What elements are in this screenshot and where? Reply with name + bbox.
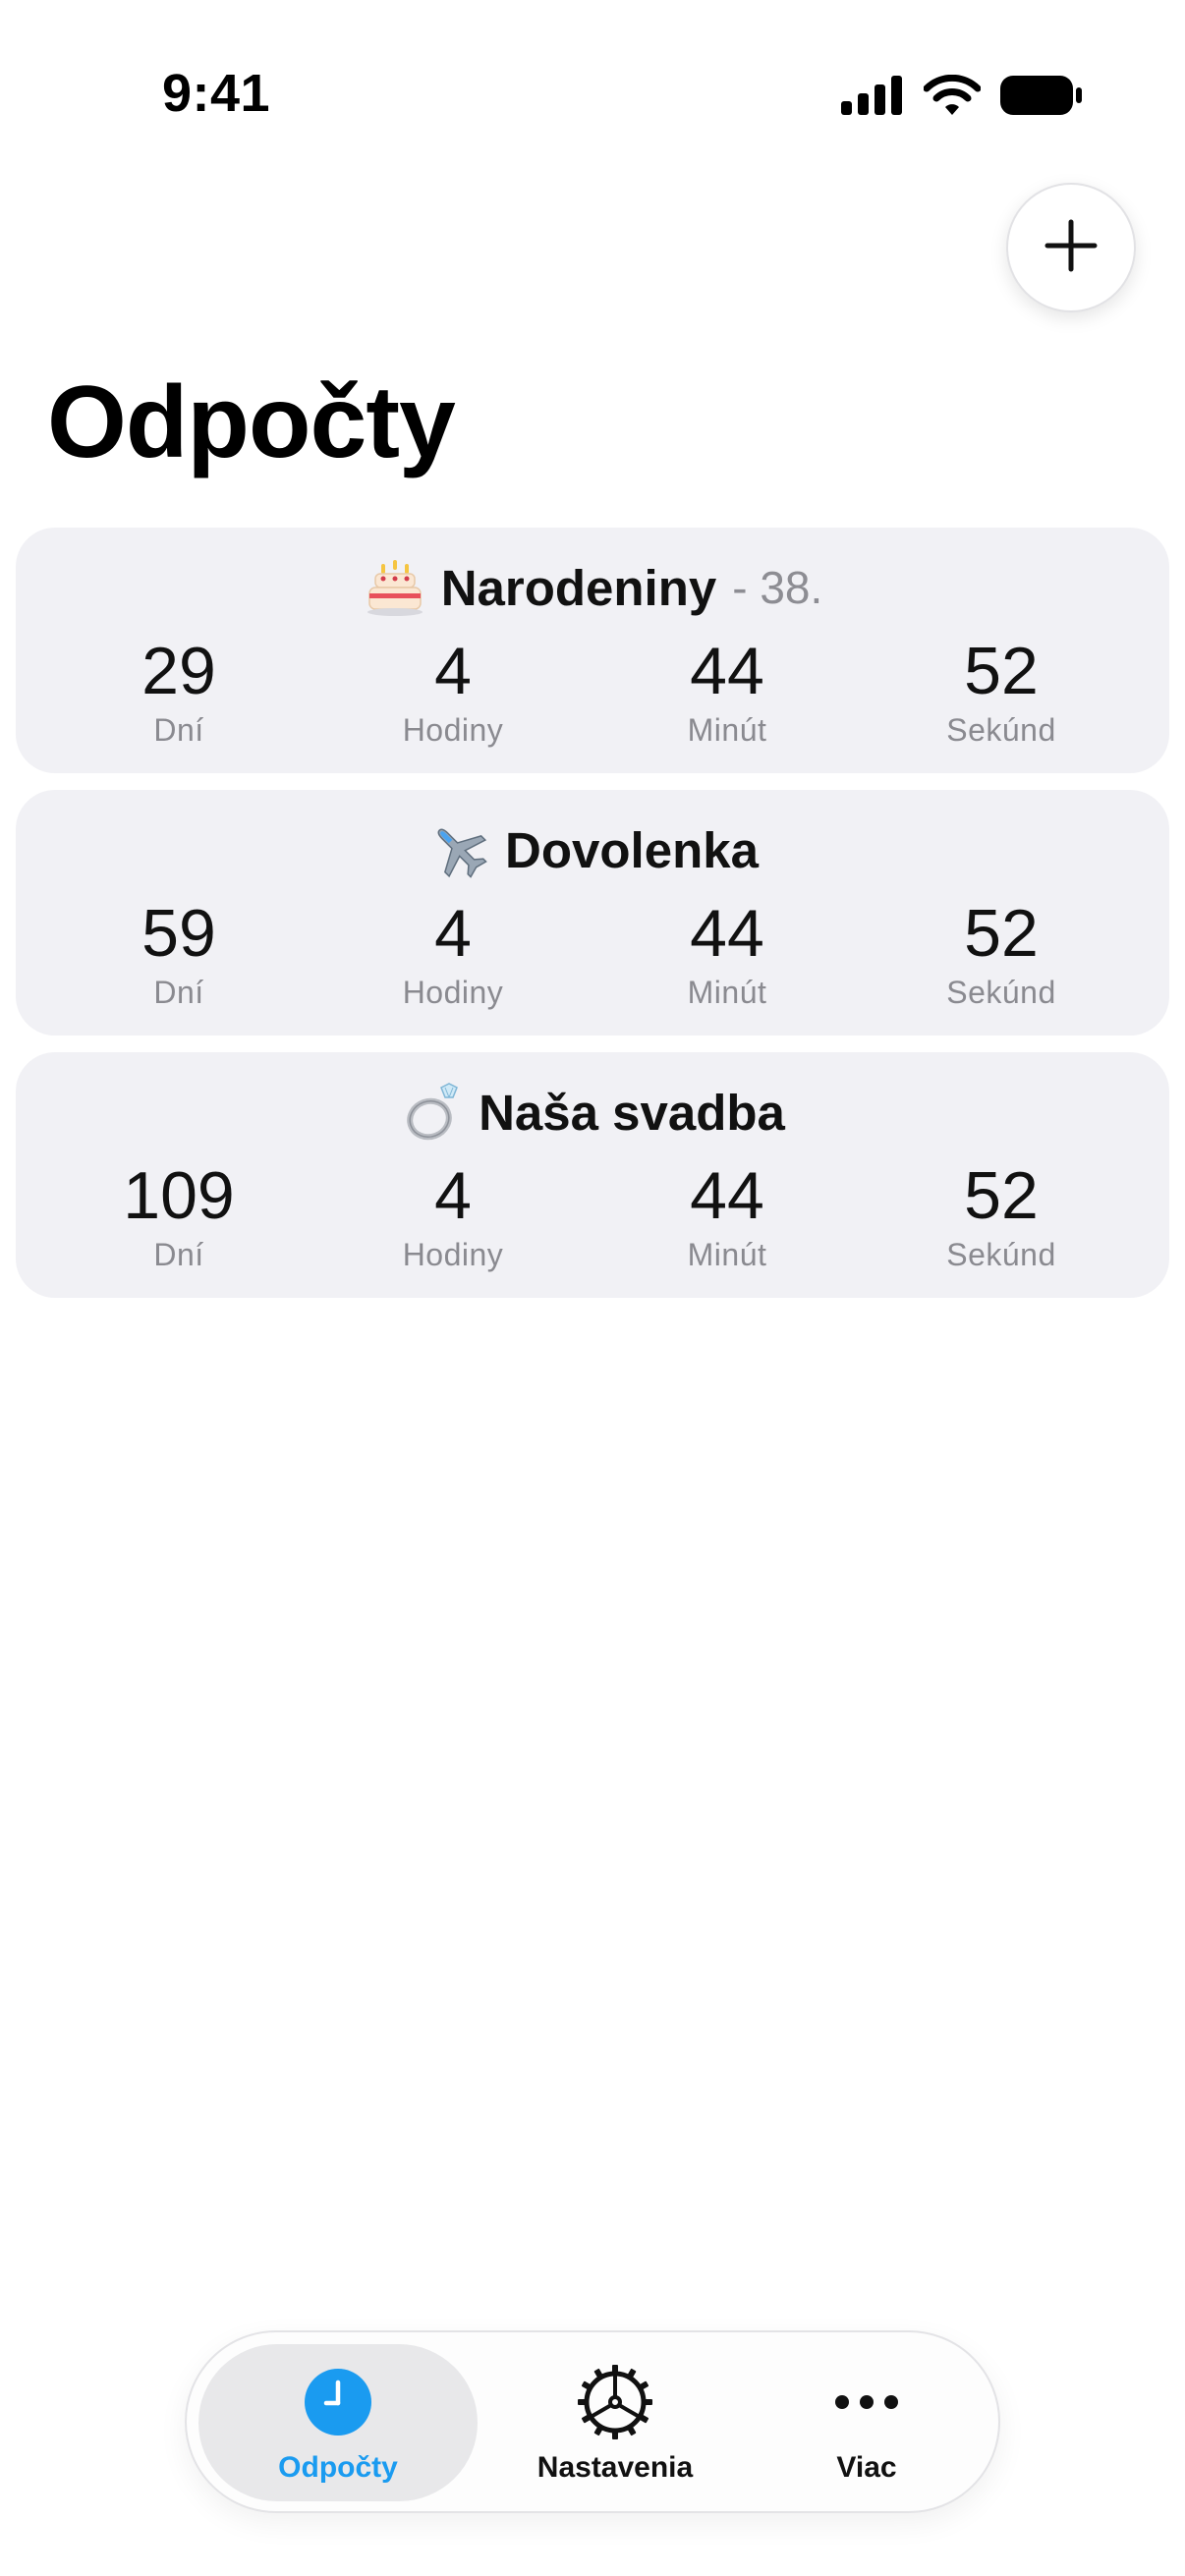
- wifi-icon: [924, 75, 981, 116]
- unit-label: Minút: [687, 975, 767, 1010]
- tab-label: Viac: [836, 2451, 897, 2484]
- clock-icon: [297, 2361, 379, 2443]
- more-icon: [825, 2361, 908, 2443]
- tab-label: Nastavenia: [536, 2451, 694, 2484]
- tab-bar: Odpočty Nastavenia Viac: [185, 2330, 1000, 2513]
- unit-label: Sekúnd: [946, 975, 1056, 1010]
- unit-minutes: 44 Minút: [599, 634, 855, 750]
- unit-value: 109: [123, 1158, 235, 1233]
- unit-hours: 4 Hodiny: [325, 1158, 581, 1274]
- countdown-name: Dovolenka: [505, 821, 759, 878]
- unit-seconds: 52 Sekúnd: [874, 634, 1129, 750]
- birthday-cake-icon: [363, 555, 427, 620]
- add-countdown-button[interactable]: [1006, 183, 1136, 312]
- unit-label: Hodiny: [402, 1237, 504, 1272]
- unit-value: 52: [964, 1158, 1039, 1233]
- unit-minutes: 44 Minút: [599, 896, 855, 1012]
- cellular-signal-icon: [841, 76, 904, 115]
- card-header: Naša svadba: [16, 1078, 1169, 1147]
- unit-label: Hodiny: [402, 975, 504, 1010]
- battery-icon: [1000, 74, 1083, 117]
- unit-label: Dní: [153, 975, 204, 1010]
- card-header: Narodeniny - 38.: [16, 553, 1169, 622]
- airplane-icon: [426, 817, 491, 882]
- unit-seconds: 52 Sekúnd: [874, 896, 1129, 1012]
- unit-minutes: 44 Minút: [599, 1158, 855, 1274]
- tab-odpocty[interactable]: Odpočty: [198, 2344, 478, 2501]
- unit-label: Sekúnd: [946, 1237, 1056, 1272]
- page-title: Odpočty: [47, 365, 456, 479]
- tab-label: Odpočty: [278, 2451, 398, 2484]
- card-header: Dovolenka: [16, 815, 1169, 884]
- unit-value: 52: [964, 896, 1039, 971]
- countdown-card-dovolenka[interactable]: Dovolenka 59 Dní 4 Hodiny 44 Minút 52 Se…: [16, 790, 1169, 1036]
- countdown-suffix: - 38.: [732, 562, 823, 613]
- countdown-name: Naša svadba: [479, 1084, 785, 1141]
- unit-hours: 4 Hodiny: [325, 896, 581, 1012]
- unit-value: 4: [434, 634, 472, 708]
- unit-value: 59: [141, 896, 216, 971]
- unit-value: 44: [690, 1158, 764, 1233]
- unit-days: 29 Dní: [51, 634, 307, 750]
- tab-viac[interactable]: Viac: [743, 2344, 990, 2501]
- countdowns-screen: 9:41 Odpočty Narodeniny - 38. 29 Dní 4 H…: [0, 0, 1185, 2576]
- ring-icon: [400, 1080, 465, 1145]
- unit-hours: 4 Hodiny: [325, 634, 581, 750]
- unit-value: 4: [434, 1158, 472, 1233]
- countdown-units: 59 Dní 4 Hodiny 44 Minút 52 Sekúnd: [16, 896, 1169, 1024]
- unit-label: Sekúnd: [946, 712, 1056, 748]
- unit-days: 59 Dní: [51, 896, 307, 1012]
- tab-nastavenia[interactable]: Nastavenia: [487, 2344, 743, 2501]
- status-icons: [841, 73, 1083, 118]
- countdown-units: 29 Dní 4 Hodiny 44 Minút 52 Sekúnd: [16, 634, 1169, 761]
- countdown-name: Narodeniny: [440, 559, 717, 616]
- unit-label: Minút: [687, 712, 767, 748]
- unit-label: Dní: [153, 712, 204, 748]
- countdown-list: Narodeniny - 38. 29 Dní 4 Hodiny 44 Minú…: [16, 528, 1169, 1315]
- unit-value: 44: [690, 634, 764, 708]
- countdown-units: 109 Dní 4 Hodiny 44 Minút 52 Sekúnd: [16, 1158, 1169, 1286]
- status-bar: 9:41: [0, 0, 1185, 196]
- unit-value: 44: [690, 896, 764, 971]
- unit-label: Dní: [153, 1237, 204, 1272]
- unit-label: Hodiny: [402, 712, 504, 748]
- countdown-card-narodeniny[interactable]: Narodeniny - 38. 29 Dní 4 Hodiny 44 Minú…: [16, 528, 1169, 773]
- status-time: 9:41: [162, 64, 271, 123]
- unit-seconds: 52 Sekúnd: [874, 1158, 1129, 1274]
- unit-value: 29: [141, 634, 216, 708]
- unit-label: Minút: [687, 1237, 767, 1272]
- unit-value: 52: [964, 634, 1039, 708]
- gear-icon: [574, 2361, 656, 2443]
- countdown-card-nasa-svadba[interactable]: Naša svadba 109 Dní 4 Hodiny 44 Minút 52…: [16, 1052, 1169, 1298]
- unit-days: 109 Dní: [51, 1158, 307, 1274]
- plus-icon: [1042, 216, 1100, 280]
- unit-value: 4: [434, 896, 472, 971]
